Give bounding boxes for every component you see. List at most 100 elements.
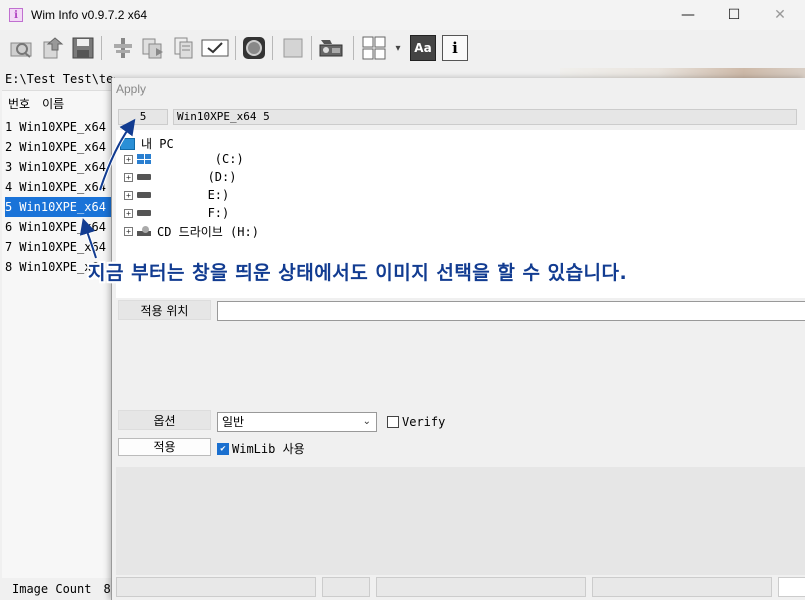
list-item-name: Win10XPE_x64 2 [19,140,112,154]
apply-dialog: Apply 5 Win10XPE_x64 5 내 PC + (C:) + (D:)… [111,78,805,600]
list-item-name: Win10XPE_x64 7 [19,240,112,254]
status-panel [592,577,772,597]
app-icon: i [9,8,23,22]
list-item[interactable]: 6 Win10XPE_x64 6 [5,217,112,237]
list-item-number: 7 [5,240,13,254]
drive-label: CD 드라이브 (H:) [157,224,259,239]
column-header-name[interactable]: 이름 [36,91,70,113]
close-button[interactable]: ✕ [757,0,803,30]
expand-icon[interactable]: + [124,208,133,218]
file-path: E:\Test Test\test.wim [5,72,115,86]
list-header: 번호 이름 [2,91,112,113]
list-item-number: 5 [5,200,13,214]
drive-label: E:) [157,188,230,202]
tree-root-label: 내 PC [141,137,174,151]
list-item-name: Win10XPE_x64 5 [19,200,112,214]
export-icon[interactable] [40,35,66,61]
list-item[interactable]: 5 Win10XPE_x64 5 [5,197,112,217]
list-item-name: Win10XPE_x64 1 [19,120,112,134]
location-label: 적용 위치 [118,300,211,320]
documents-icon[interactable] [171,35,197,61]
list-item[interactable]: 2 Win10XPE_x64 2 [5,137,112,157]
windows-drive-icon [137,154,151,164]
image-list[interactable]: 번호 이름 1 Win10XPE_x64 1 2 Win10XPE_x64 2 3 Win… [2,90,112,578]
computer-icon [120,137,135,150]
drive-icon [137,192,151,198]
status-panel [322,577,370,597]
blank-icon[interactable] [280,35,306,61]
progress-bar [116,577,316,597]
list-item[interactable]: 3 Win10XPE_x64 3 [5,157,112,177]
drive-icon [137,174,151,180]
copy-export-icon[interactable] [140,35,166,61]
list-item-name: Win10XPE_x64 3 [19,160,112,174]
toolbar-separator [353,36,354,60]
toolbar-separator [272,36,273,60]
drive-icon [137,210,151,216]
image-count-label: Image Count [12,582,92,596]
drive-label: (C:) [157,152,244,166]
toolbar-separator [235,36,236,60]
maximize-button[interactable]: ☐ [711,0,757,30]
wimlib-checkbox[interactable]: ✔ WimLib 사용 [217,440,305,457]
list-item-number: 1 [5,120,13,134]
image-index-field: 5 [118,109,168,125]
verify-checkbox-box[interactable] [387,416,399,428]
driver-icon[interactable] [318,35,344,61]
open-icon[interactable] [8,35,34,61]
list-item-number: 4 [5,180,13,194]
window-title: Wim Info v0.9.7.2 x64 [31,8,148,22]
tree-root-my-pc[interactable]: 내 PC [120,135,174,152]
minimize-button[interactable]: — [665,0,711,30]
list-item[interactable]: 4 Win10XPE_x64 4 [5,177,112,197]
chevron-down-icon: ⌄ [362,416,371,427]
tree-item-drive[interactable]: + E:) [124,187,229,203]
view-grid-icon[interactable] [361,35,387,61]
options-selected-value: 일반 [222,415,245,429]
status-bar: Image Count 8 [0,578,115,600]
font-icon[interactable]: Aa [410,35,436,61]
verify-checkbox[interactable]: Verify [387,415,445,429]
list-item[interactable]: 7 Win10XPE_x64 7 [5,237,112,257]
save-icon[interactable] [70,35,96,61]
image-name-field: Win10XPE_x64 5 [173,109,797,125]
status-panel [778,577,805,597]
view-dropdown-icon[interactable]: ▾ [391,35,405,61]
drive-label: F:) [157,206,230,220]
column-header-number[interactable]: 번호 [2,91,36,113]
apply-button[interactable]: 적용 [118,438,211,456]
list-item-number: 2 [5,140,13,154]
list-item[interactable]: 1 Win10XPE_x64 1 [5,117,112,137]
expand-icon[interactable]: + [124,226,133,236]
toolbar-separator [101,36,102,60]
info-icon[interactable]: i [442,35,468,61]
expand-icon[interactable]: + [124,172,133,182]
title-bar: i Wim Info v0.9.7.2 x64 — ☐ ✕ [0,0,805,30]
tree-item-drive[interactable]: + (C:) [124,151,244,167]
tree-item-drive[interactable]: + CD 드라이브 (H:) [124,223,259,239]
tree-item-drive[interactable]: + (D:) [124,169,236,185]
toolbar-separator [311,36,312,60]
location-input[interactable] [217,301,805,321]
cd-drive-icon [137,226,151,236]
wimlib-checkbox-box[interactable]: ✔ [217,442,229,455]
annotation-text: 지금 부터는 창을 띄운 상태에서도 이미지 선택을 할 수 있습니다. [88,262,628,284]
expand-icon[interactable]: + [124,154,133,164]
options-select[interactable]: 일반 ⌄ [217,412,377,432]
record-icon[interactable] [241,35,267,61]
wimlib-label: WimLib 사용 [232,442,305,456]
drive-label: (D:) [157,170,237,184]
list-item-name: Win10XPE_x64 6 [19,220,112,234]
dialog-title: Apply [116,82,147,96]
image-count-value: 8 [103,582,111,596]
list-item-number: 6 [5,220,13,234]
split-icon[interactable] [110,35,136,61]
list-item-number: 8 [5,260,13,274]
toolbar: ▾ Aa i [0,30,805,68]
apply-check-icon[interactable] [201,35,229,61]
verify-label: Verify [402,415,446,429]
status-panel [376,577,586,597]
expand-icon[interactable]: + [124,190,133,200]
log-area [116,467,805,575]
tree-item-drive[interactable]: + F:) [124,205,229,221]
